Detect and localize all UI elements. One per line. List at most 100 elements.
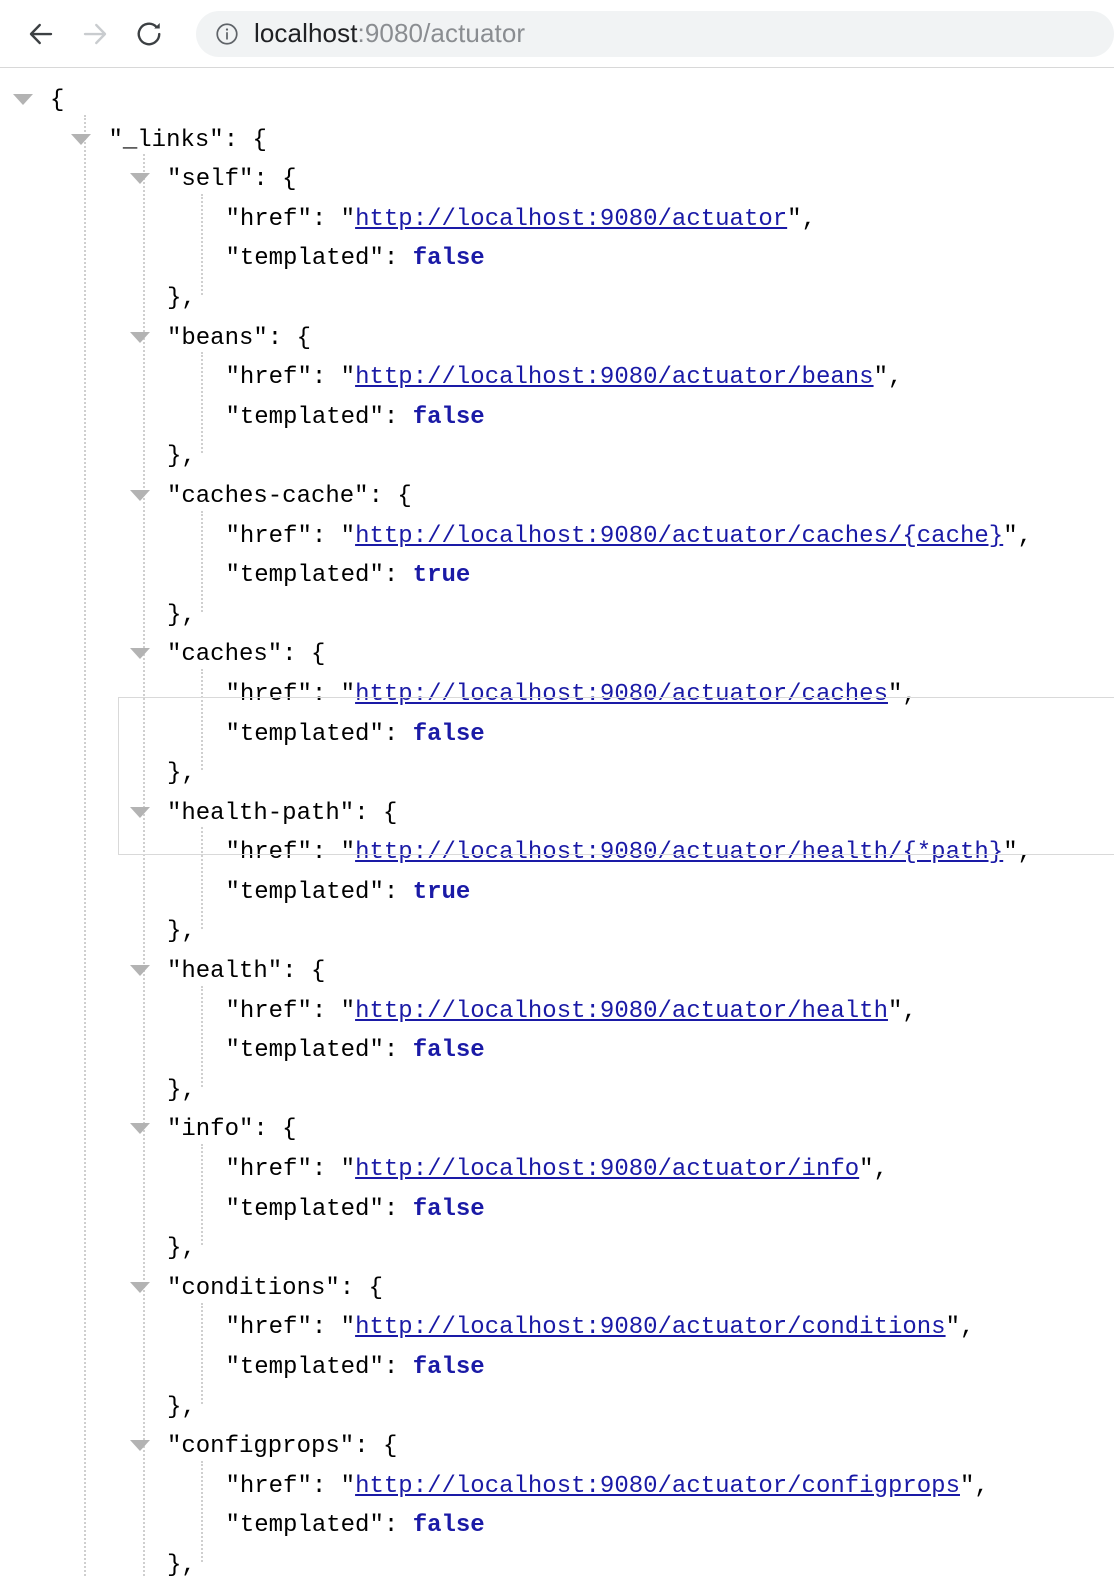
json-line-content: "configprops": {: [166, 1433, 398, 1461]
collapse-triangle-icon[interactable]: [71, 133, 92, 145]
back-button[interactable]: [18, 11, 64, 57]
json-value-link[interactable]: http://localhost:9080/actuator/beans: [355, 364, 873, 391]
json-line: },: [0, 437, 1114, 477]
json-key: "href": [225, 1314, 312, 1342]
json-punctuation: },: [166, 443, 196, 471]
collapse-triangle-icon[interactable]: [129, 965, 150, 977]
json-line: "href": "http://localhost:9080/actuator/…: [0, 675, 1114, 715]
json-line-content: "health": {: [166, 958, 326, 986]
json-value-boolean: false: [412, 720, 485, 748]
collapse-triangle-icon[interactable]: [129, 489, 150, 501]
json-line: "href": "http://localhost:9080/actuator/…: [0, 1308, 1114, 1348]
json-value-boolean: true: [412, 562, 471, 590]
json-value-link[interactable]: http://localhost:9080/actuator/info: [355, 1156, 859, 1183]
json-line-content: },: [167, 912, 196, 952]
json-line-content: },: [167, 596, 196, 636]
json-line: "health-path": {: [0, 794, 1114, 834]
json-line-content: "templated": false: [225, 245, 485, 273]
json-value-link[interactable]: http://localhost:9080/actuator/health: [355, 998, 888, 1025]
address-bar[interactable]: localhost:9080/actuator: [196, 10, 1114, 57]
json-punctuation: },: [166, 601, 196, 629]
json-line: },: [0, 754, 1114, 794]
json-line-content: },: [167, 1229, 196, 1269]
json-line: },: [0, 1229, 1114, 1269]
info-circle-icon[interactable]: [214, 21, 240, 47]
json-key: "conditions": [166, 1274, 340, 1302]
json-line: "templated": false: [0, 715, 1114, 755]
json-line-content: "templated": false: [225, 1354, 485, 1381]
json-key: "beans": [166, 324, 268, 352]
reload-icon: [134, 19, 164, 49]
json-punctuation: },: [166, 1393, 196, 1421]
json-key: "self": [166, 166, 254, 194]
json-value-link[interactable]: http://localhost:9080/actuator/condition…: [355, 1314, 946, 1341]
json-punctuation: },: [166, 284, 196, 312]
json-key: "href": [225, 1472, 312, 1500]
json-line: },: [0, 279, 1114, 319]
json-line-content: },: [167, 279, 196, 319]
reload-button[interactable]: [126, 11, 172, 57]
json-line-content: "info": {: [166, 1116, 297, 1144]
json-punctuation: },: [166, 1076, 196, 1104]
json-line-content: "href": "http://localhost:9080/actuator/…: [225, 1314, 975, 1342]
json-line: "href": "http://localhost:9080/actuator/…: [0, 1467, 1114, 1507]
json-line: "templated": false: [0, 1506, 1114, 1546]
json-line: "conditions": {: [0, 1269, 1114, 1309]
collapse-triangle-icon[interactable]: [129, 331, 150, 343]
json-line-content: "caches": {: [166, 641, 326, 669]
json-key: "templated": [225, 878, 384, 906]
json-line: "templated": false: [0, 1190, 1114, 1230]
json-line-content: "templated": true: [225, 562, 471, 590]
json-line-content: "templated": false: [225, 720, 485, 748]
json-line: "href": "http://localhost:9080/actuator/…: [0, 1150, 1114, 1190]
json-line: "caches": {: [0, 635, 1114, 675]
json-line: "self": {: [0, 160, 1114, 200]
json-line: {: [0, 81, 1114, 121]
json-key: "href": [225, 205, 312, 233]
json-value-link[interactable]: http://localhost:9080/actuator: [355, 206, 787, 233]
url-host: localhost: [254, 18, 358, 48]
forward-button[interactable]: [72, 11, 118, 57]
json-line: "href": "http://localhost:9080/actuator/…: [0, 992, 1114, 1032]
arrow-right-icon: [80, 19, 110, 49]
json-line: "href": "http://localhost:9080/actuator/…: [0, 833, 1114, 873]
json-line: "templated": true: [0, 873, 1114, 913]
json-line: },: [0, 596, 1114, 636]
json-key: "health-path": [166, 799, 355, 827]
json-key: "href": [225, 1156, 312, 1184]
collapse-triangle-icon[interactable]: [129, 1123, 150, 1135]
json-key: "_links": [108, 126, 224, 154]
json-key: "caches-cache": [166, 482, 369, 510]
json-line-content: "self": {: [166, 166, 297, 194]
collapse-triangle-icon[interactable]: [129, 806, 150, 818]
json-line-content: "href": "http://localhost:9080/actuator/…: [225, 839, 1032, 867]
json-value-link[interactable]: http://localhost:9080/actuator/caches/{c…: [355, 523, 1003, 550]
browser-toolbar: localhost:9080/actuator: [0, 0, 1114, 68]
json-value-link[interactable]: http://localhost:9080/actuator/health/{*…: [355, 839, 1003, 866]
json-line-content: "templated": false: [225, 1195, 485, 1223]
collapse-triangle-icon[interactable]: [13, 94, 33, 105]
json-key: "href": [225, 522, 312, 550]
json-value-boolean: false: [412, 403, 485, 431]
collapse-triangle-icon[interactable]: [129, 1440, 150, 1452]
json-line-content: "templated": false: [225, 1512, 485, 1540]
json-line-content: {: [50, 81, 64, 121]
json-key: "href": [225, 997, 312, 1025]
collapse-triangle-icon[interactable]: [129, 648, 150, 660]
json-value-link[interactable]: http://localhost:9080/actuator/caches: [355, 681, 888, 708]
json-line-content: "href": "http://localhost:9080/actuator/…: [225, 1156, 888, 1184]
json-value-boolean: true: [412, 878, 471, 906]
json-key: "templated": [225, 1512, 384, 1540]
json-line: },: [0, 1071, 1114, 1111]
json-key: "templated": [225, 720, 384, 748]
json-line: "templated": false: [0, 1031, 1114, 1071]
collapse-triangle-icon[interactable]: [129, 173, 150, 185]
json-key: "info": [166, 1116, 254, 1144]
collapse-triangle-icon[interactable]: [129, 1281, 150, 1293]
json-lines: {"_links": {"self": {"href": "http://loc…: [0, 81, 1114, 1576]
json-key: "templated": [225, 403, 384, 431]
json-line: },: [0, 1546, 1114, 1576]
json-line-content: "health-path": {: [166, 799, 398, 827]
json-value-link[interactable]: http://localhost:9080/actuator/configpro…: [355, 1473, 960, 1500]
json-line-content: "templated": false: [225, 403, 485, 431]
